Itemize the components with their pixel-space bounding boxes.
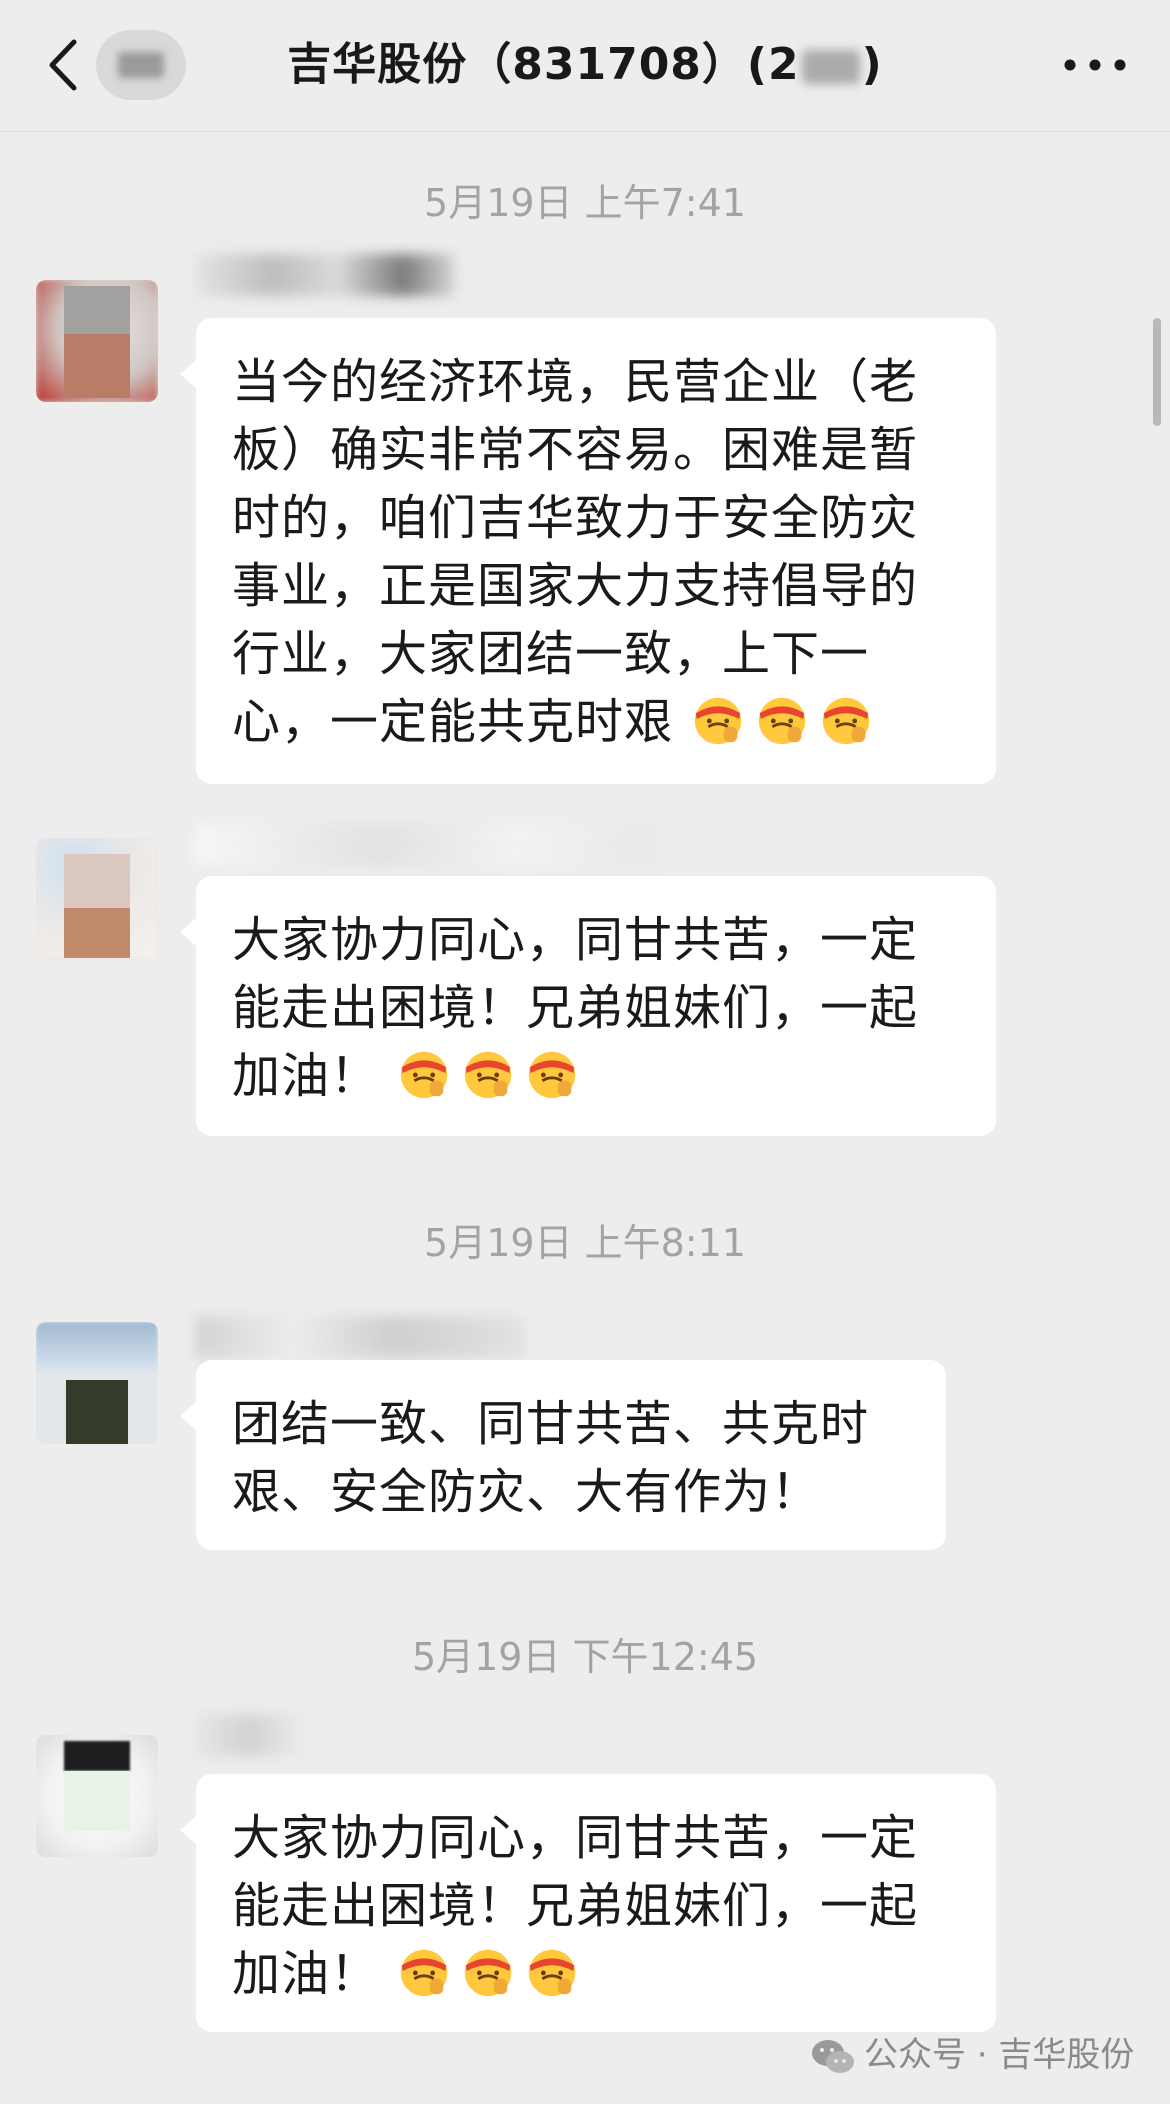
saluting-face-headband-icon	[401, 1051, 448, 1099]
saluting-face-headband-icon	[465, 1949, 512, 1997]
unread-count-badge[interactable]	[96, 30, 186, 100]
sender-name-blurred	[195, 824, 655, 866]
sender-name-blurred	[195, 1316, 525, 1358]
chat-title[interactable]: 吉华股份（831708）(2)	[190, 30, 980, 100]
timestamp: 5月19日 上午8:11	[424, 1221, 746, 1265]
saluting-face-headband-icon	[465, 1051, 512, 1099]
chat-title-suffix: )	[861, 39, 883, 90]
sender-name-blurred	[195, 1714, 305, 1756]
message-bubble[interactable]: 团结一致、同甘共苦、共克时艰、安全防灾、大有作为！	[180, 1360, 946, 1550]
message-bubble[interactable]: 大家协力同心，同甘共苦，一定能走出困境！兄弟姐妹们，一起加油！	[180, 876, 996, 1136]
avatar[interactable]	[36, 838, 158, 960]
saluting-face-headband-icon	[401, 1949, 448, 1997]
avatar[interactable]	[36, 1322, 158, 1444]
message-text: 当今的经济环境，民营企业（老板）确实非常不容易。困难是暂时的，咱们吉华致力于安全…	[232, 354, 919, 750]
timestamp: 5月19日 下午12:45	[411, 1635, 759, 1679]
scrollbar[interactable]	[1153, 318, 1161, 426]
sender-name-blurred	[195, 254, 455, 296]
blurred-member-count	[801, 50, 860, 84]
more-options-button[interactable]	[1050, 30, 1140, 100]
saluting-face-headband-icon	[529, 1051, 576, 1099]
saluting-face-headband-icon	[529, 1949, 576, 1997]
chat-title-text: 吉华股份（831708）(2	[287, 39, 800, 90]
message-text: 团结一致、同甘共苦、共克时艰、安全防灾、大有作为！	[232, 1396, 870, 1520]
chevron-left-icon	[49, 39, 77, 91]
blurred-count	[118, 52, 164, 78]
saluting-face-headband-icon	[759, 697, 806, 745]
timestamp: 5月19日 上午7:41	[424, 181, 746, 225]
watermark-text: 公众号 · 吉华股份	[864, 2035, 1135, 2075]
message-bubble[interactable]: 大家协力同心，同甘共苦，一定能走出困境！兄弟姐妹们，一起加油！	[180, 1774, 996, 2032]
message-bubble[interactable]: 当今的经济环境，民营企业（老板）确实非常不容易。困难是暂时的，咱们吉华致力于安全…	[180, 318, 996, 784]
chat-header: 吉华股份（831708）(2)	[0, 0, 1170, 132]
saluting-face-headband-icon	[823, 697, 870, 745]
wechat-icon	[812, 2039, 854, 2073]
saluting-face-headband-icon	[695, 697, 742, 745]
watermark: 公众号 · 吉华股份	[810, 2030, 1150, 2080]
avatar[interactable]	[36, 1735, 158, 1857]
ellipsis-icon	[1064, 59, 1126, 71]
back-button[interactable]	[40, 30, 90, 100]
avatar[interactable]	[36, 280, 158, 402]
